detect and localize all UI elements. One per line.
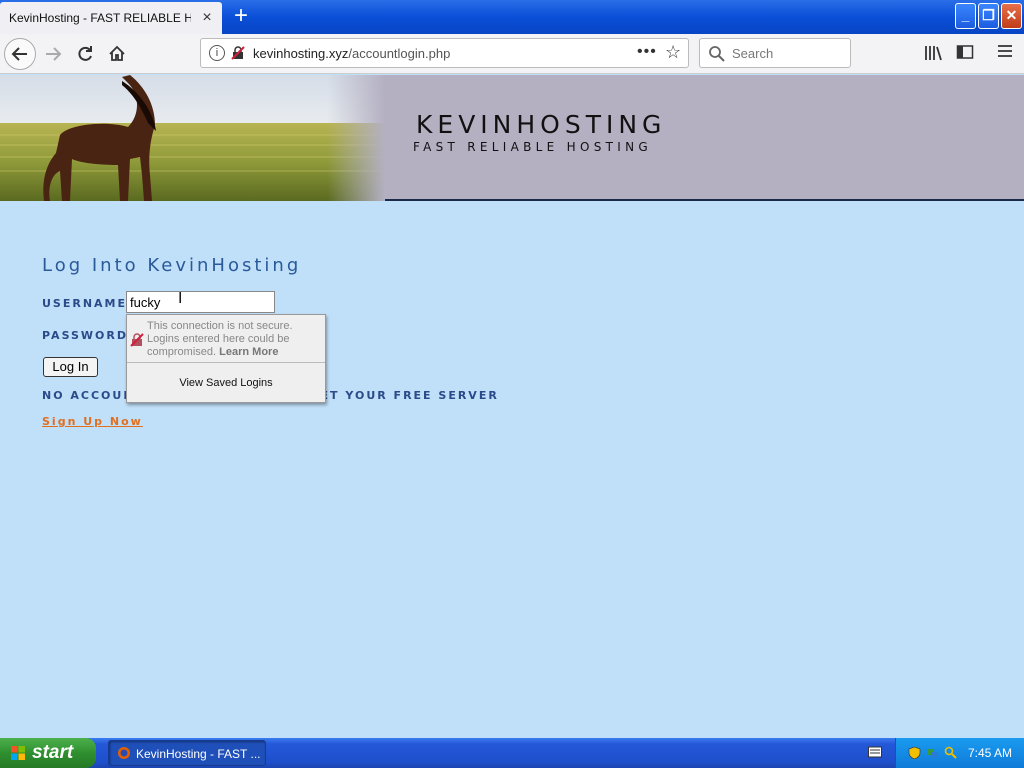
browser-title-bar: KevinHosting - FAST RELIABLE HOSTING × +… — [0, 0, 1024, 34]
network-icon[interactable] — [926, 746, 939, 759]
page-actions-icon[interactable]: ••• — [637, 43, 657, 61]
site-banner: KEVINHOSTING FAST RELIABLE HOSTING — [0, 75, 1024, 201]
insecure-lock-icon — [130, 333, 144, 347]
web-page: KEVINHOSTING FAST RELIABLE HOSTING Log I… — [0, 75, 1024, 738]
text-cursor-icon: I — [178, 290, 183, 307]
view-saved-logins-item[interactable]: View Saved Logins — [127, 377, 325, 389]
tab-close-icon[interactable]: × — [197, 8, 217, 28]
taskbar-item-label: KevinHosting - FAST ... — [136, 747, 261, 761]
login-button[interactable]: Log In — [43, 357, 98, 377]
forward-button[interactable] — [38, 39, 68, 69]
learn-more-link[interactable]: Learn More — [219, 346, 278, 358]
username-input[interactable] — [126, 291, 275, 313]
search-box[interactable]: Search — [699, 38, 851, 68]
horse-field-banner-image — [0, 75, 385, 201]
search-icon — [709, 46, 725, 62]
back-button[interactable] — [4, 38, 36, 70]
library-icon[interactable] — [924, 44, 944, 64]
site-tagline: FAST RELIABLE HOSTING — [413, 140, 652, 154]
username-label: USERNAME — [42, 297, 128, 310]
insecure-login-popup: This connection is not secure. Logins en… — [126, 314, 326, 403]
popup-divider — [127, 362, 325, 363]
address-bar[interactable]: i kevinhosting.xyz/accountlogin.php ••• … — [200, 38, 689, 68]
taskbar-item-firefox[interactable]: KevinHosting - FAST ... — [108, 740, 266, 766]
minimize-button[interactable]: _ — [955, 3, 976, 29]
home-icon — [109, 45, 125, 61]
arrow-right-icon — [46, 47, 62, 61]
password-label: PASSWORD — [42, 329, 129, 342]
close-window-button[interactable]: ✕ — [1001, 3, 1022, 29]
bookmark-star-icon[interactable]: ☆ — [665, 42, 681, 63]
sign-up-link[interactable]: Sign Up Now — [42, 415, 143, 428]
clock: 7:45 AM — [968, 746, 1013, 760]
no-account-prefix: NO ACCOUN — [42, 389, 135, 402]
reload-icon — [78, 46, 92, 61]
windows-logo-icon — [11, 746, 25, 760]
arrow-left-icon — [11, 47, 27, 61]
security-shield-icon[interactable] — [908, 746, 921, 759]
keyboard-icon[interactable] — [868, 746, 882, 758]
info-icon[interactable]: i — [209, 45, 225, 61]
firefox-icon — [118, 747, 130, 759]
reload-button[interactable] — [70, 39, 100, 69]
insecure-warning-text: This connection is not secure. Logins en… — [147, 320, 317, 359]
windows-taskbar: start KevinHosting - FAST ... 7:45 AM — [0, 738, 1024, 768]
login-heading: Log Into KevinHosting — [42, 255, 302, 276]
new-tab-button[interactable]: + — [228, 4, 254, 30]
navigation-toolbar: i kevinhosting.xyz/accountlogin.php ••• … — [0, 34, 1024, 74]
url-path: /accountlogin.php — [348, 46, 451, 61]
hamburger-menu-icon[interactable] — [996, 42, 1016, 64]
sidebar-icon[interactable] — [956, 43, 976, 63]
insecure-lock-icon[interactable] — [231, 46, 245, 60]
start-label: start — [32, 742, 74, 763]
url-domain: kevinhosting.xyz — [253, 46, 349, 61]
no-account-suffix: ET YOUR FREE SERVER — [320, 389, 499, 402]
home-button[interactable] — [102, 39, 132, 69]
url-text: kevinhosting.xyz/accountlogin.php — [253, 46, 450, 61]
search-placeholder: Search — [732, 46, 774, 61]
tab-title: KevinHosting - FAST RELIABLE HOSTING — [9, 11, 191, 25]
restore-button[interactable]: ❐ — [978, 3, 999, 29]
site-title: KEVINHOSTING — [416, 110, 667, 139]
start-button[interactable]: start — [0, 738, 96, 768]
browser-tab[interactable]: KevinHosting - FAST RELIABLE HOSTING × — [0, 2, 222, 34]
system-tray: 7:45 AM — [895, 738, 1024, 768]
magnifier-icon[interactable] — [944, 746, 957, 759]
